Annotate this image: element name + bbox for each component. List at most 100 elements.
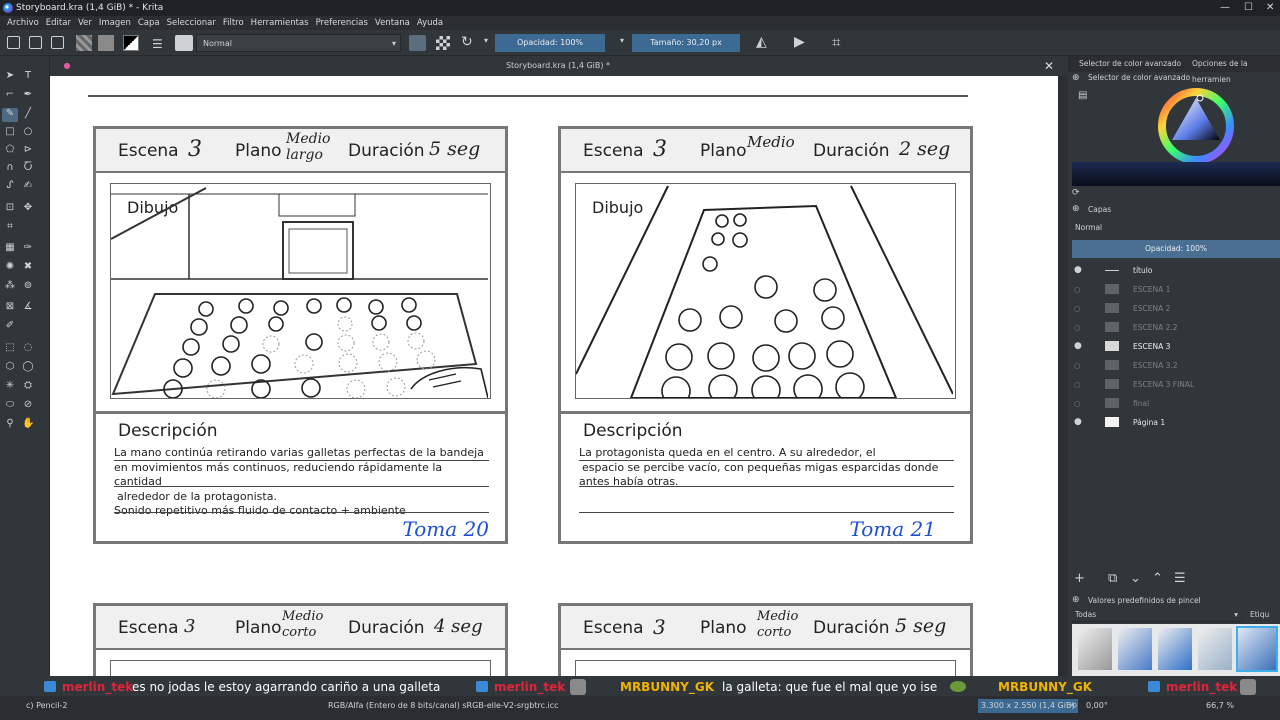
brush-tag-label[interactable]: Etiqu (1250, 610, 1269, 619)
transform-icon[interactable]: ⊡ (4, 202, 16, 214)
calligraphy-icon[interactable]: ✒ (22, 89, 34, 101)
canvas-scrollbar[interactable] (1058, 76, 1068, 676)
menu-capa[interactable]: Capa (138, 16, 160, 30)
layer-blend-mode[interactable]: Normal (1075, 223, 1102, 232)
bezier-path-icon[interactable]: Ⴀ (22, 162, 34, 174)
eye-hidden-icon[interactable]: ○ (1074, 299, 1081, 318)
layer-row[interactable]: ○ ESCENA 2 (1068, 299, 1280, 318)
eye-hidden-icon[interactable]: ○ (1074, 394, 1081, 413)
layer-row[interactable]: ● Página 1 (1068, 413, 1280, 432)
layer-row[interactable]: ○ ESCENA 3 FINAL (1068, 375, 1280, 394)
gradient-tool-icon[interactable]: ▦ (4, 242, 16, 254)
similar-select-icon[interactable]: ⛭ (22, 380, 34, 392)
crop-tool-icon[interactable]: ⌗ (4, 221, 16, 233)
brush-settings-icon[interactable]: ☰ (152, 37, 163, 51)
refresh-icon[interactable]: ⟳ (1072, 188, 1080, 198)
polygon-select-icon[interactable]: ⬡ (4, 361, 16, 373)
menu-archivo[interactable]: Archivo (7, 16, 39, 30)
close-window-icon[interactable]: ✕ (1266, 0, 1274, 16)
rotation-icon[interactable]: ⟲ (1070, 696, 1077, 716)
enclose-fill-icon[interactable]: ⊚ (22, 280, 34, 292)
mirror-horizontal-icon[interactable]: ◭ (756, 34, 767, 50)
document-tab[interactable]: Storyboard.kra (1,4 GiB) * ● ✕ (58, 56, 1058, 76)
eye-hidden-icon[interactable]: ○ (1074, 375, 1081, 394)
new-document-icon[interactable] (7, 36, 20, 49)
eye-hidden-icon[interactable]: ○ (1074, 318, 1081, 337)
brush-preset-selected-icon[interactable] (1236, 626, 1278, 672)
tab-color-selector[interactable]: Selector de color avanzado (1079, 56, 1181, 72)
menu-editar[interactable]: Editar (46, 16, 71, 30)
select-shapes-icon[interactable]: ➤ (4, 70, 16, 82)
brush-preset-icon[interactable] (175, 35, 193, 51)
fill-tool-icon[interactable]: ✖ (22, 261, 34, 273)
layer-row[interactable]: ● título (1068, 261, 1280, 280)
menu-preferencias[interactable]: Preferencias (316, 16, 368, 30)
contiguous-select-icon[interactable]: ✳ (4, 380, 16, 392)
freehand-path-icon[interactable]: ᔑ (4, 180, 16, 192)
freehand-select-icon[interactable]: ◯ (22, 361, 34, 373)
lock-icon[interactable]: ⊕ (1072, 73, 1080, 83)
menu-ventana[interactable]: Ventana (375, 16, 410, 30)
ellipse-select-icon[interactable]: ◌ (22, 342, 34, 354)
menu-seleccionar[interactable]: Seleccionar (167, 16, 216, 30)
polyline-tool-icon[interactable]: ⊳ (22, 144, 34, 156)
blend-mode-select[interactable]: Normal ▾ (196, 34, 401, 52)
canvas[interactable]: Escena 3 Plano Medio largo Duración 5 se… (50, 76, 1058, 676)
crop-icon[interactable]: ⌗ (832, 33, 840, 51)
move-down-icon[interactable]: ⌄ (1130, 570, 1141, 588)
zoom-tool-icon[interactable]: ⚲ (4, 418, 16, 430)
gradient-swatch-icon[interactable] (76, 35, 92, 51)
fg-bg-color-icon[interactable] (123, 35, 139, 51)
maximize-icon[interactable]: ☐ (1244, 0, 1253, 16)
save-icon[interactable] (51, 36, 64, 49)
close-document-icon[interactable]: ✕ (1044, 56, 1054, 76)
alpha-lock-icon[interactable] (436, 36, 450, 50)
add-layer-icon[interactable]: + (1074, 570, 1085, 588)
eye-hidden-icon[interactable]: ○ (1074, 356, 1081, 375)
text-tool-icon[interactable]: T (22, 70, 34, 82)
eye-visible-icon[interactable]: ● (1074, 337, 1082, 356)
lock-icon[interactable]: ⊕ (1072, 204, 1080, 214)
layer-row[interactable]: ● ESCENA 3 (1068, 337, 1280, 356)
magnetic-select-icon[interactable]: ⊘ (22, 399, 34, 411)
ellipse-tool-icon[interactable]: ○ (22, 126, 34, 138)
brush-preset-icon[interactable] (1118, 628, 1152, 670)
dynamic-brush-icon[interactable]: ✍ (22, 180, 34, 192)
opacity-slider[interactable]: Opacidad: 100% (495, 34, 605, 52)
reload-icon[interactable]: ↻ (461, 34, 473, 50)
freehand-brush-icon[interactable]: ✎ (2, 108, 18, 122)
bezier-select-icon[interactable]: ⬭ (4, 399, 16, 411)
zoom-value[interactable]: 66,7 % (1206, 696, 1234, 716)
eye-visible-icon[interactable]: ● (1074, 413, 1082, 432)
brush-preset-icon[interactable] (1198, 628, 1232, 670)
minimize-icon[interactable]: — (1220, 0, 1230, 16)
color-picker-icon[interactable]: ✑ (22, 242, 34, 254)
pattern-swatch-icon[interactable] (98, 35, 114, 51)
lock-icon[interactable]: ⊕ (1072, 595, 1080, 605)
rect-select-icon[interactable]: ⬚ (4, 342, 16, 354)
settings-list-icon[interactable]: ▤ (1078, 90, 1087, 101)
layer-row[interactable]: ○ ESCENA 3.2 (1068, 356, 1280, 375)
layer-row[interactable]: ○ ESCENA 1 (1068, 280, 1280, 299)
layer-properties-icon[interactable]: ☰ (1174, 570, 1186, 588)
bezier-tool-icon[interactable]: ∩ (4, 162, 16, 174)
multibrush-icon[interactable]: ⁂ (4, 280, 16, 292)
brush-filter-select[interactable]: Todas ▾ (1072, 608, 1242, 622)
menu-herramientas[interactable]: Herramientas (251, 16, 309, 30)
menu-ver[interactable]: Ver (78, 16, 92, 30)
brush-preset-icon[interactable] (1158, 628, 1192, 670)
eye-hidden-icon[interactable]: ○ (1074, 280, 1081, 299)
move-tool-icon[interactable]: ✥ (22, 202, 34, 214)
color-wheel[interactable] (1156, 86, 1236, 166)
rectangle-tool-icon[interactable]: □ (4, 126, 16, 138)
eraser-mode-icon[interactable] (409, 35, 426, 51)
assistant-tool-icon[interactable]: ⊠ (4, 301, 16, 313)
polygon-tool-icon[interactable]: ⬠ (4, 144, 16, 156)
mirror-vertical-icon[interactable]: ▶ (794, 34, 805, 50)
reference-tool-icon[interactable]: ✐ (4, 320, 16, 332)
layer-opacity-slider[interactable]: Opacidad: 100% (1072, 240, 1280, 258)
line-tool-icon[interactable]: ╱ (22, 108, 34, 120)
menu-ayuda[interactable]: Ayuda (417, 16, 443, 30)
tab-tool-options[interactable]: Opciones de la herramien (1192, 56, 1280, 88)
open-folder-icon[interactable] (29, 36, 42, 49)
